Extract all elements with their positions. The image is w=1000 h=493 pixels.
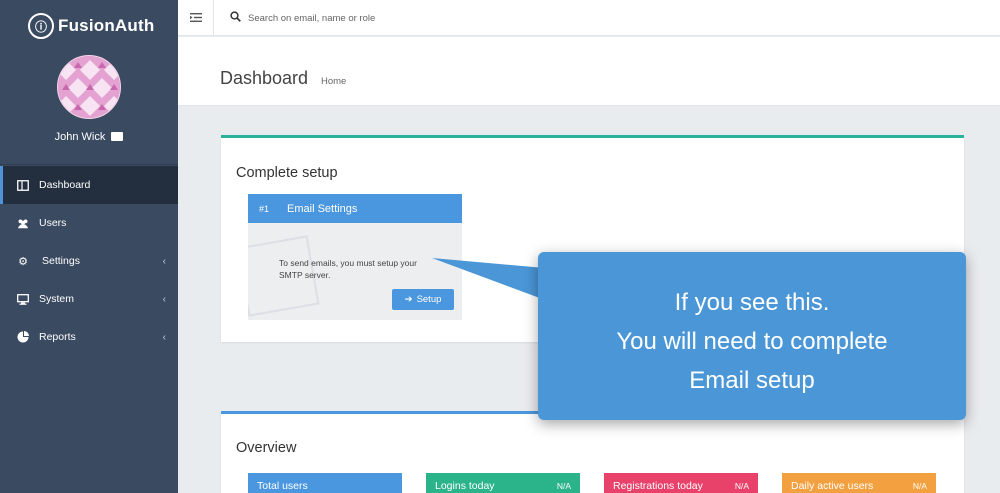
overview-panel: Overview Total users Logins today N/A Re… — [221, 411, 964, 493]
chevron-left-icon: ‹ — [162, 293, 166, 305]
stat-logins-today: Logins today N/A — [426, 473, 580, 493]
setup-button[interactable]: ➔ Setup — [392, 289, 454, 310]
gear-icon: ⚙ — [18, 255, 28, 268]
sidebar-item-label: Users — [39, 217, 67, 229]
callout-annotation: If you see this. You will need to comple… — [538, 252, 966, 420]
avatar-pattern — [58, 56, 120, 118]
email-settings-card-header: #1 Email Settings — [248, 194, 462, 223]
stat-total-users: Total users — [248, 473, 402, 493]
user-line: John Wick — [0, 131, 178, 143]
page-title: Dashboard — [220, 68, 309, 88]
page-header: Dashboard Home — [178, 37, 1000, 106]
step-number: #1 — [259, 203, 270, 214]
breadcrumb-home[interactable]: Home — [321, 76, 346, 87]
overview-title: Overview — [236, 440, 297, 456]
fusionauth-logo-icon: ⓘ — [28, 13, 54, 39]
stat-label: Total users — [257, 480, 308, 492]
sidebar-item-system[interactable]: System ‹ — [0, 280, 178, 318]
arrow-right-icon: ➔ — [404, 294, 413, 305]
search-input[interactable] — [248, 9, 548, 27]
chevron-left-icon: ‹ — [162, 255, 166, 267]
callout-text: If you see this. You will need to comple… — [538, 283, 966, 400]
stat-registrations-today: Registrations today N/A — [604, 473, 758, 493]
brand-name: FusionAuth — [58, 16, 155, 35]
pie-chart-icon — [17, 331, 29, 343]
user-name: John Wick — [54, 131, 106, 143]
dashboard-icon — [17, 179, 29, 191]
menu-toggle-button[interactable] — [178, 0, 214, 36]
monitor-icon — [17, 293, 29, 305]
stat-value: N/A — [734, 481, 749, 491]
sidebar-item-reports[interactable]: Reports ‹ — [0, 318, 178, 356]
stat-label: Registrations today — [613, 480, 703, 492]
sidebar-item-dashboard[interactable]: Dashboard — [0, 166, 178, 204]
sidebar-item-label: Settings — [42, 255, 80, 267]
search-icon — [230, 11, 241, 25]
sidebar-divider — [0, 164, 178, 165]
sidebar-item-label: Dashboard — [39, 179, 91, 191]
brand[interactable]: ⓘ FusionAuth — [28, 13, 154, 39]
callout-line-2: You will need to complete — [616, 328, 888, 355]
complete-setup-title: Complete setup — [236, 165, 338, 181]
sidebar: ⓘ FusionAuth John Wick Dashboard Users ⚙… — [0, 0, 178, 493]
id-card-icon[interactable] — [111, 132, 124, 141]
sidebar-item-settings[interactable]: ⚙ Settings ‹ — [0, 242, 178, 280]
email-settings-card: #1 Email Settings To send emails, you mu… — [248, 194, 462, 320]
sidebar-item-label: Reports — [39, 331, 76, 343]
sidebar-item-users[interactable]: Users — [0, 204, 178, 242]
sidebar-item-label: System — [39, 293, 75, 305]
email-settings-title: Email Settings — [287, 202, 358, 215]
setup-button-label: Setup — [416, 294, 442, 305]
stat-label: Logins today — [435, 480, 495, 492]
chevron-left-icon: ‹ — [162, 331, 166, 343]
users-icon — [17, 217, 29, 229]
topbar — [178, 0, 1000, 36]
email-settings-text: To send emails, you must setup your SMTP… — [279, 258, 417, 280]
stat-daily-active-users: Daily active users N/A — [782, 473, 936, 493]
callout-line-3: Email setup — [689, 367, 815, 394]
stat-value: N/A — [912, 481, 927, 491]
stat-value: N/A — [556, 481, 571, 491]
avatar[interactable] — [57, 55, 121, 119]
menu-icon — [189, 11, 202, 25]
stat-label: Daily active users — [791, 480, 874, 492]
callout-line-1: If you see this. — [674, 289, 830, 316]
